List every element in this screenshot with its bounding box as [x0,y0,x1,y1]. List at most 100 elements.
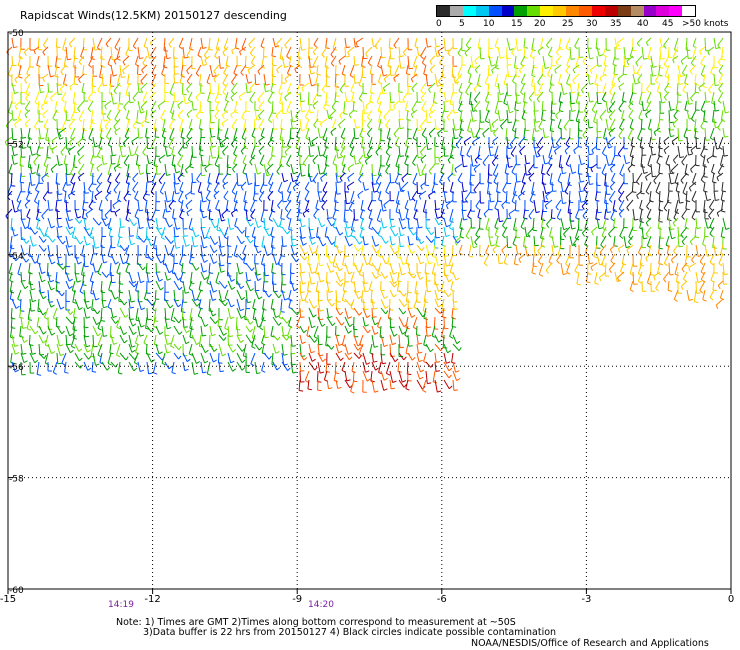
wind-barb [605,100,609,113]
wind-barb [674,172,679,183]
wind-barb-flag [186,113,190,118]
wind-barb [617,181,625,192]
wind-barb [227,280,233,290]
wind-barb-flag [694,236,700,239]
wind-barb-flag [694,137,699,140]
wind-barb [185,199,193,206]
wind-barb-flag [401,178,405,183]
wind-barb [92,289,97,301]
wind-barb-flag [653,131,657,136]
wind-barb [134,208,139,217]
wind-barb [512,73,517,82]
wind-barb-flag [618,213,622,218]
wind-barb-flag [177,178,181,182]
wind-barb-flag [588,126,593,129]
wind-barb-flag [259,163,264,167]
wind-barb-flag [21,136,27,139]
wind-barb [691,190,697,201]
wind-barb-flag [79,290,84,295]
wind-barb [171,190,175,201]
wind-barb [443,91,447,103]
wind-barb [648,118,652,129]
wind-barb-flag [43,44,47,49]
wind-barb-flag [493,181,498,185]
wind-barb-flag [23,339,28,343]
wind-barb [305,127,310,139]
wind-barb-flag [537,250,541,255]
wind-barb [443,217,447,227]
wind-barb [614,271,618,282]
wind-barb [566,55,571,66]
wind-barb-flag [214,241,219,245]
wind-barb [394,172,400,183]
wind-barb [118,226,121,237]
wind-barb-flag [365,105,368,110]
wind-barb [106,109,112,118]
wind-barb [286,208,292,217]
wind-barb [389,244,396,255]
wind-barb-flag [581,162,586,166]
wind-barb [110,334,115,345]
wind-barb-flag [465,91,469,96]
wind-barb-flag [523,101,528,104]
wind-barb-flag [571,102,576,105]
wind-barb-flag [553,146,558,149]
wind-barb-flag [721,210,726,213]
wind-barb [482,154,490,164]
wind-barb-flag [331,241,335,245]
wind-barb [645,109,652,115]
wind-barb-flag [132,178,136,183]
wind-barb [325,154,328,166]
wind-barb-flag [310,72,315,75]
wind-barb-flag [281,255,286,257]
wind-barb [718,253,724,264]
wind-barb [244,226,247,237]
wind-barb-flag [174,235,180,238]
wind-barb [681,64,688,74]
wind-barb-flag [472,66,477,69]
wind-barb-flag [511,200,516,204]
wind-barb-flag [537,51,541,56]
wind-barb [621,91,625,101]
wind-barb-flag [438,221,443,226]
wind-barb [56,208,59,219]
wind-barb-flag [257,225,262,229]
wind-barb [670,163,679,171]
wind-barb [38,334,44,344]
wind-barb [146,172,149,183]
wind-barb-flag [106,273,110,278]
wind-barb-flag [59,137,64,140]
wind-barb-flag [305,137,310,141]
wind-barb [599,244,607,253]
wind-barb [107,217,112,229]
wind-barb [344,298,351,307]
wind-barb-flag [718,88,722,93]
wind-barb [126,109,130,119]
wind-barb-flag [544,136,549,139]
wind-barb [437,46,445,52]
wind-barb [393,37,400,46]
wind-barb-flag [390,74,395,76]
wind-barb [340,127,346,137]
wind-barb-flag [566,271,571,275]
wind-barb-flag [474,159,478,164]
wind-barb-flag [393,44,397,49]
wind-barb [143,37,148,47]
wind-barb-flag [256,273,261,276]
wind-barb [655,280,661,289]
wind-barb-flag [616,42,620,47]
wind-barb [482,127,490,135]
wind-barb-flag [359,240,363,245]
wind-barb-flag [589,100,594,103]
wind-barb [292,181,301,188]
wind-barb [316,226,319,238]
wind-barb-flag [706,159,709,164]
wind-barb-flag [13,162,18,165]
wind-barb [344,91,348,103]
wind-barb-flag [355,42,358,47]
wind-barb [663,91,670,98]
wind-barb [118,136,121,147]
wind-barb-flag [474,69,478,74]
wind-barb [257,64,265,72]
wind-barb-flag [358,295,362,300]
